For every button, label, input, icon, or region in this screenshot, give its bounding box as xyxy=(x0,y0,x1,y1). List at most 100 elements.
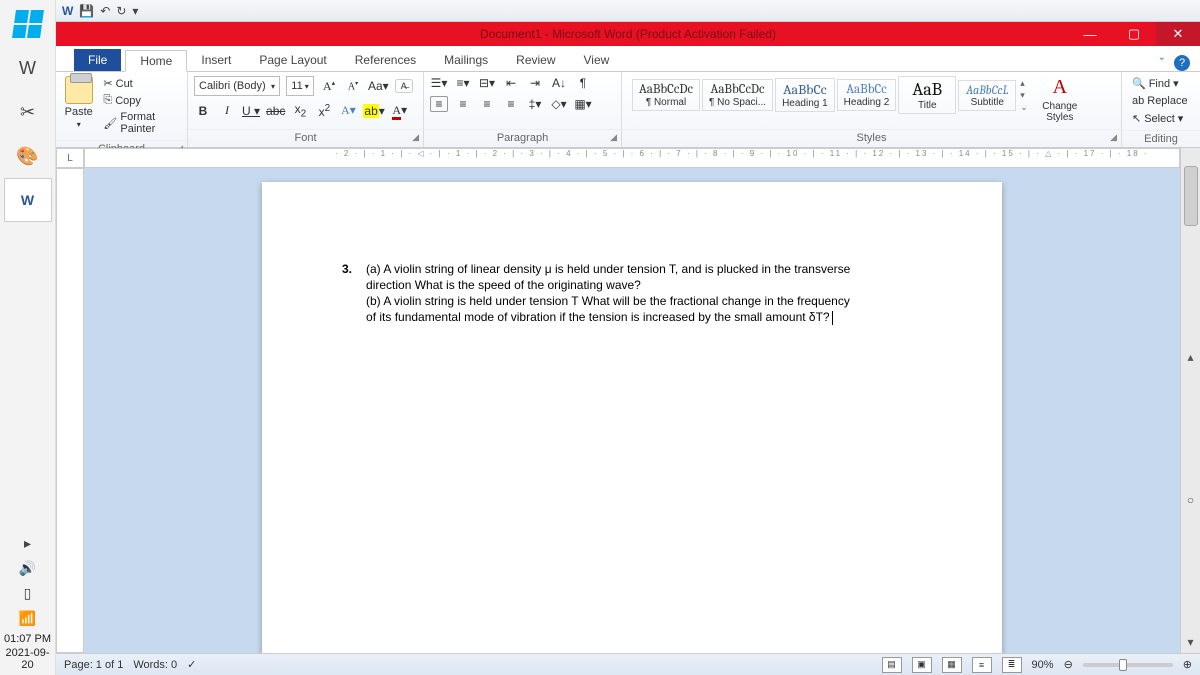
bullets-button[interactable]: ☰▾ xyxy=(430,76,448,90)
dialog-launcher-icon[interactable]: ◢ xyxy=(1110,132,1117,143)
font-name-select[interactable]: Calibri (Body) ▾ xyxy=(194,76,280,96)
prev-page-icon[interactable]: ▴ xyxy=(1187,346,1193,368)
style-no-spacing[interactable]: AaBbCcDc¶ No Spaci... xyxy=(702,79,773,111)
shading-button[interactable]: ◇▾ xyxy=(550,97,568,111)
spellcheck-icon[interactable]: ✓ xyxy=(187,658,196,671)
tab-home[interactable]: Home xyxy=(125,50,187,72)
copy-button[interactable]: ⎘Copy xyxy=(99,93,181,108)
superscript-button[interactable]: x2 xyxy=(315,103,333,119)
tab-references[interactable]: References xyxy=(341,49,430,71)
underline-button[interactable]: U ▾ xyxy=(242,104,260,118)
multilevel-list-button[interactable]: ⊟▾ xyxy=(478,76,496,90)
help-icon[interactable]: ? xyxy=(1174,55,1190,71)
show-marks-button[interactable]: ¶ xyxy=(574,76,592,90)
scrollbar-thumb[interactable] xyxy=(1184,166,1198,226)
change-case-button[interactable]: Aa▾ xyxy=(368,79,389,93)
find-button[interactable]: 🔍Find ▾ xyxy=(1128,76,1183,91)
align-right-button[interactable]: ≡ xyxy=(478,97,496,111)
dialog-launcher-icon[interactable]: ◢ xyxy=(412,132,419,143)
zoom-slider-thumb[interactable] xyxy=(1119,659,1127,671)
style-title[interactable]: AaBTitle xyxy=(898,76,956,114)
tab-insert[interactable]: Insert xyxy=(187,49,245,71)
redo-icon[interactable]: ↻ xyxy=(116,4,126,18)
zoom-level[interactable]: 90% xyxy=(1032,659,1054,671)
view-outline-button[interactable]: ≡ xyxy=(972,657,992,673)
decrease-indent-button[interactable]: ⇤ xyxy=(502,76,520,90)
increase-indent-button[interactable]: ⇥ xyxy=(526,76,544,90)
clock[interactable]: 01:07 PM xyxy=(4,633,51,645)
format-painter-button[interactable]: 🖌Format Painter xyxy=(99,110,181,136)
dialog-launcher-icon[interactable]: ◢ xyxy=(610,132,617,143)
font-size-select[interactable]: 11▾ xyxy=(286,76,314,96)
numbering-button[interactable]: ≡▾ xyxy=(454,76,472,90)
horizontal-ruler[interactable]: · 2 · | · 1 · | · ◁ · | · 1 · | · 2 · | … xyxy=(84,148,1180,168)
ruler-corner[interactable]: L xyxy=(56,148,84,168)
cut-button[interactable]: ✂Cut xyxy=(99,76,181,91)
zoom-slider[interactable] xyxy=(1083,663,1173,667)
start-button[interactable] xyxy=(4,2,52,46)
tab-review[interactable]: Review xyxy=(502,49,569,71)
taskbar-app-snip[interactable]: ✂ xyxy=(4,90,52,134)
zoom-in-button[interactable]: ⊕ xyxy=(1183,658,1192,671)
undo-icon[interactable]: ↶ xyxy=(100,4,110,18)
change-styles-icon[interactable]: A xyxy=(1053,76,1067,99)
bold-button[interactable]: B xyxy=(194,104,212,118)
document-content[interactable]: 3. (a) A violin string of linear density… xyxy=(342,262,922,327)
gallery-more-icon[interactable]: ⌄ xyxy=(1020,102,1028,113)
view-print-layout-button[interactable]: ▤ xyxy=(882,657,902,673)
expand-icon[interactable]: ▸ xyxy=(24,535,31,552)
borders-button[interactable]: ▦▾ xyxy=(574,97,592,111)
line-spacing-button[interactable]: ‡▾ xyxy=(526,97,544,111)
vertical-ruler[interactable] xyxy=(56,168,84,653)
minimize-ribbon-icon[interactable]: ˇ xyxy=(1160,55,1164,71)
font-color-button[interactable]: A▾ xyxy=(391,103,409,118)
network-icon[interactable]: 📶 xyxy=(19,610,36,627)
styles-gallery[interactable]: AaBbCcDc¶ Normal AaBbCcDc¶ No Spaci... A… xyxy=(628,76,1032,114)
text-effects-button[interactable]: A▾ xyxy=(339,103,357,118)
highlight-button[interactable]: ab▾ xyxy=(363,104,384,118)
view-draft-button[interactable]: ≣ xyxy=(1002,657,1022,673)
page-status[interactable]: Page: 1 of 1 xyxy=(64,659,123,671)
align-center-button[interactable]: ≡ xyxy=(454,97,472,111)
word-count[interactable]: Words: 0 xyxy=(133,659,177,671)
sort-button[interactable]: A↓ xyxy=(550,76,568,90)
gallery-up-icon[interactable]: ▴ xyxy=(1020,78,1028,89)
view-web-button[interactable]: ▦ xyxy=(942,657,962,673)
view-fullscreen-button[interactable]: ▣ xyxy=(912,657,932,673)
save-icon[interactable]: 💾 xyxy=(79,4,94,18)
taskbar-app-paint[interactable]: 🎨 xyxy=(4,134,52,178)
select-button[interactable]: ↖Select ▾ xyxy=(1128,111,1187,126)
style-heading-1[interactable]: AaBbCcHeading 1 xyxy=(775,78,835,112)
qat-customize-icon[interactable]: ▾ xyxy=(132,4,138,18)
clear-formatting-button[interactable]: A̶ xyxy=(395,79,413,93)
maximize-button[interactable]: ▢ xyxy=(1112,22,1156,46)
tab-page-layout[interactable]: Page Layout xyxy=(245,49,340,71)
next-page-icon[interactable]: ▾ xyxy=(1187,631,1193,653)
minimize-button[interactable]: — xyxy=(1068,22,1112,46)
zoom-out-button[interactable]: ⊖ xyxy=(1064,658,1073,671)
tab-file[interactable]: File xyxy=(74,49,121,71)
volume-icon[interactable]: 🔊 xyxy=(19,560,36,577)
shrink-font-button[interactable]: A▾ xyxy=(344,80,362,92)
tab-mailings[interactable]: Mailings xyxy=(430,49,502,71)
align-left-button[interactable]: ≡ xyxy=(430,96,448,112)
grow-font-button[interactable]: A▴ xyxy=(320,79,338,94)
italic-button[interactable]: I xyxy=(218,103,236,118)
style-normal[interactable]: AaBbCcDc¶ Normal xyxy=(632,79,700,111)
strikethrough-button[interactable]: abc xyxy=(266,104,285,118)
date[interactable]: 2021-09-20 xyxy=(0,647,55,671)
tab-view[interactable]: View xyxy=(570,49,624,71)
battery-icon[interactable]: ▯ xyxy=(24,585,32,602)
document-canvas[interactable]: 3. (a) A violin string of linear density… xyxy=(84,168,1180,653)
taskbar-app-word-active[interactable]: W xyxy=(4,178,52,222)
vertical-scrollbar[interactable]: ▴ ○ ▾ xyxy=(1180,148,1200,653)
paste-button[interactable]: Paste ▾ xyxy=(62,76,95,129)
browse-object-icon[interactable]: ○ xyxy=(1187,489,1194,511)
style-heading-2[interactable]: AaBbCcHeading 2 xyxy=(837,79,897,111)
subscript-button[interactable]: x2 xyxy=(291,102,309,119)
style-subtitle[interactable]: AaBbCcLSubtitle xyxy=(958,80,1016,111)
taskbar-app-word[interactable]: W xyxy=(4,46,52,90)
close-button[interactable]: ✕ xyxy=(1156,22,1200,46)
justify-button[interactable]: ≡ xyxy=(502,97,520,111)
gallery-down-icon[interactable]: ▾ xyxy=(1020,90,1028,101)
